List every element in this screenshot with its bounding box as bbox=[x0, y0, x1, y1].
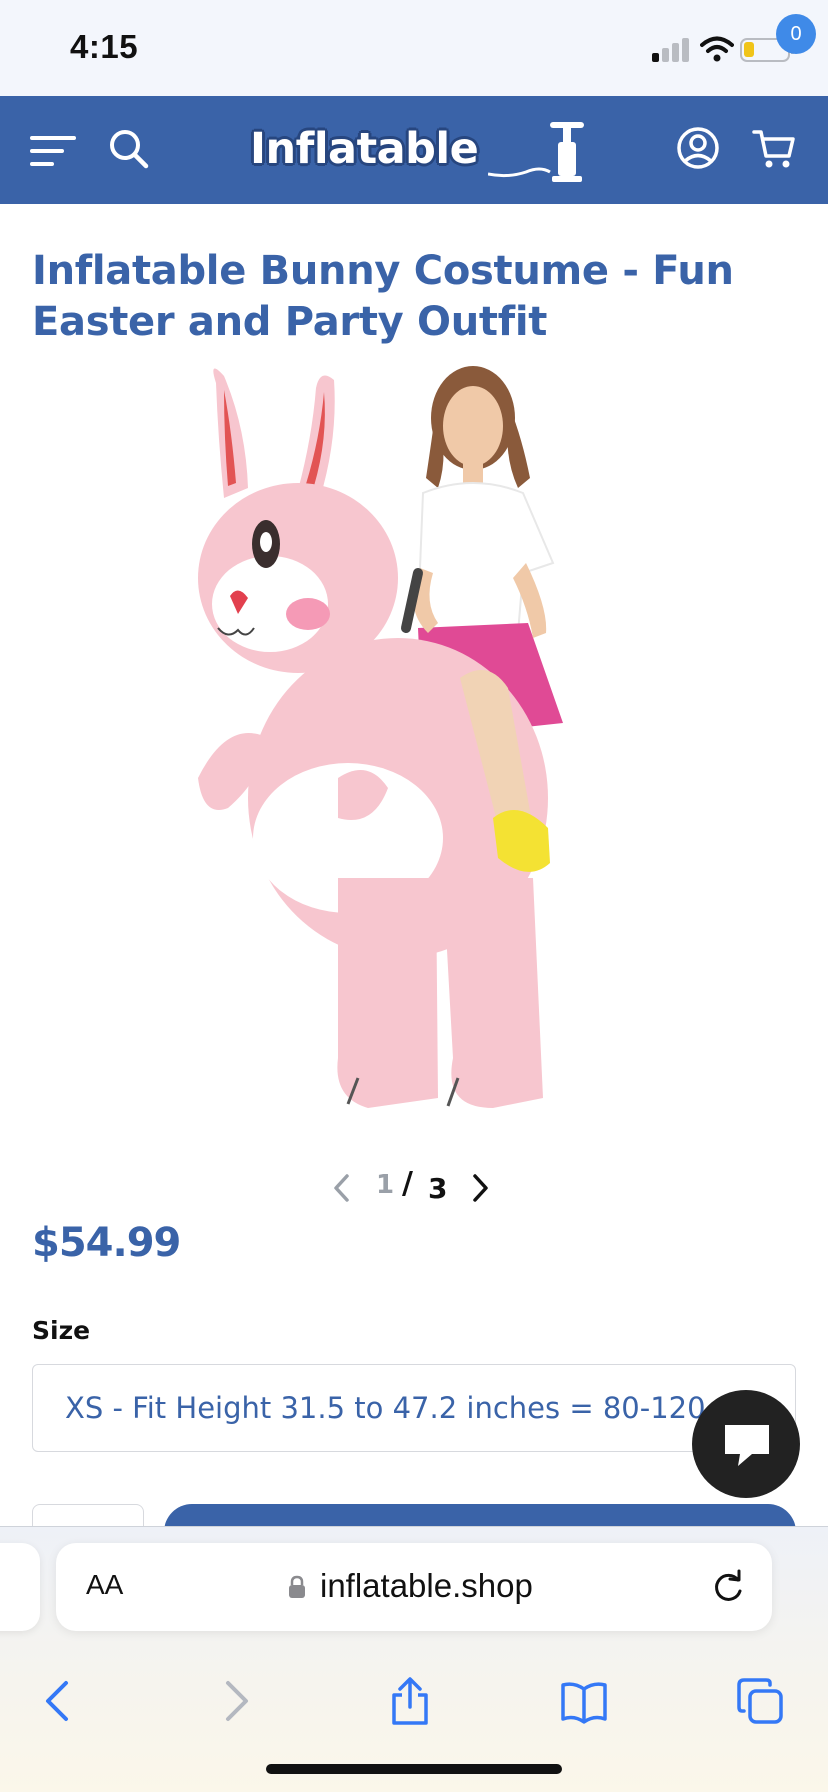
pager-separator: / bbox=[402, 1166, 413, 1201]
bookmarks-icon[interactable] bbox=[560, 1677, 608, 1725]
address-bar[interactable]: AA inflatable.shop bbox=[56, 1543, 772, 1631]
browser-chrome: AA inflatable.shop bbox=[0, 1526, 828, 1792]
menu-icon[interactable] bbox=[30, 134, 78, 168]
pager-current: 1 bbox=[376, 1170, 395, 1200]
text-size-button[interactable]: AA bbox=[86, 1569, 123, 1601]
store-logo[interactable]: Inflatable bbox=[246, 114, 586, 188]
lock-icon bbox=[289, 1575, 305, 1598]
cellular-signal-icon bbox=[652, 38, 690, 62]
account-icon[interactable] bbox=[676, 126, 720, 170]
chat-bubble-icon bbox=[725, 1425, 769, 1466]
size-select[interactable]: XS - Fit Height 31.5 to 47.2 inches = 80… bbox=[32, 1364, 796, 1452]
status-time: 4:15 bbox=[70, 28, 139, 65]
product-image[interactable] bbox=[188, 358, 628, 1128]
chevron-right-icon[interactable] bbox=[468, 1172, 492, 1204]
reload-icon[interactable] bbox=[710, 1569, 746, 1605]
search-icon[interactable] bbox=[108, 128, 150, 170]
status-bar: 4:15 bbox=[0, 0, 828, 96]
wifi-icon bbox=[700, 36, 734, 62]
air-pump-icon bbox=[488, 122, 584, 182]
page: 4:15 Inflatable 0 Inflatable Bunny Costu… bbox=[0, 0, 828, 1792]
image-pager: 1 / 3 bbox=[330, 1164, 500, 1212]
chevron-left-icon[interactable] bbox=[330, 1172, 354, 1204]
previous-tab-preview[interactable] bbox=[0, 1543, 40, 1631]
chat-button[interactable] bbox=[692, 1390, 800, 1498]
size-label: Size bbox=[32, 1316, 91, 1345]
home-indicator[interactable] bbox=[266, 1764, 562, 1774]
cart-count-badge[interactable]: 0 bbox=[776, 14, 816, 54]
tabs-icon[interactable] bbox=[736, 1677, 784, 1725]
cart-icon[interactable] bbox=[752, 126, 796, 170]
product-price: $54.99 bbox=[32, 1220, 181, 1266]
pager-total: 3 bbox=[428, 1172, 448, 1205]
store-header: Inflatable bbox=[0, 96, 828, 204]
product-title: Inflatable Bunny Costume - Fun Easter an… bbox=[32, 248, 734, 345]
share-icon[interactable] bbox=[386, 1677, 434, 1725]
back-icon[interactable] bbox=[34, 1677, 82, 1725]
logo-text: Inflatable bbox=[250, 124, 479, 174]
size-selected-value: XS - Fit Height 31.5 to 47.2 inches = 80… bbox=[65, 1391, 759, 1425]
forward-icon[interactable] bbox=[212, 1677, 260, 1725]
battery-level bbox=[744, 42, 754, 57]
url-text[interactable]: inflatable.shop bbox=[320, 1567, 533, 1605]
